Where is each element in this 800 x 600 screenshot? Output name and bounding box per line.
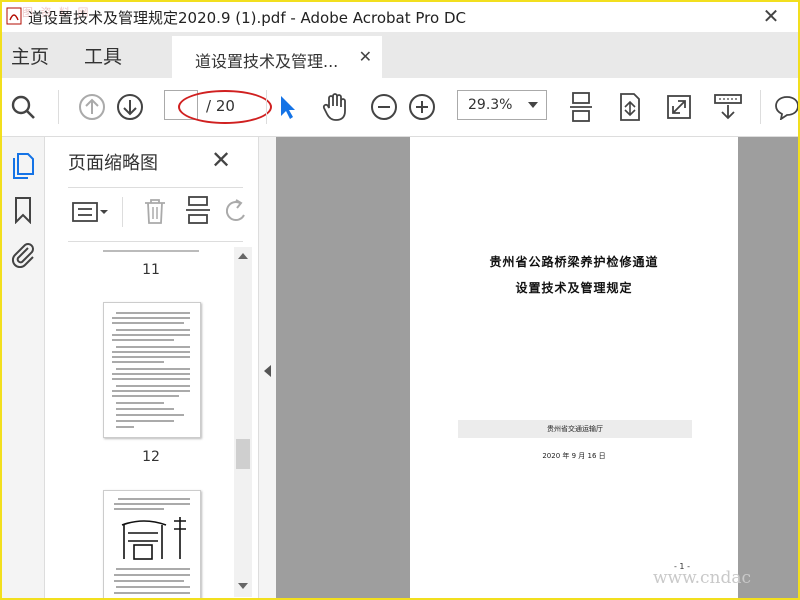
window-title: 道设置技术及管理规定2020.9 (1).pdf - Adobe Acrobat… bbox=[28, 9, 466, 27]
insert-page-button[interactable] bbox=[185, 195, 211, 229]
panel-collapse-bar[interactable] bbox=[258, 137, 277, 598]
insert-page-icon bbox=[186, 196, 210, 224]
scroll-up-arrow-icon[interactable] bbox=[238, 253, 248, 259]
annotation-circle bbox=[178, 90, 272, 124]
thumbnail-page-12[interactable] bbox=[103, 302, 201, 438]
thumbnail-page-number: 11 bbox=[142, 262, 160, 278]
comment-icon bbox=[775, 96, 799, 120]
page-thumbnails-icon bbox=[13, 153, 34, 179]
chevron-down-icon bbox=[528, 102, 538, 108]
read-mode-button[interactable] bbox=[711, 90, 745, 124]
toolbar-divider bbox=[58, 90, 59, 124]
page-thumbnails-button[interactable] bbox=[8, 151, 38, 181]
panel-tool-divider bbox=[122, 197, 123, 227]
search-icon bbox=[11, 95, 35, 119]
bottom-watermark: www.cndac bbox=[653, 568, 752, 588]
thumbnails-panel: 页面缩略图 ✕ 11 12 bbox=[45, 137, 257, 598]
navigation-rail bbox=[2, 137, 45, 598]
collapse-left-arrow-icon[interactable] bbox=[264, 365, 271, 377]
toolbar-divider bbox=[266, 90, 267, 124]
bookmarks-button[interactable] bbox=[8, 195, 38, 225]
title-bar: 图 资 料 网 道设置技术及管理规定2020.9 (1).pdf - Adobe… bbox=[2, 2, 798, 32]
document-page: 贵州省公路桥梁养护检修通道 设置技术及管理规定 贵州省交通运输厅 2020 年 … bbox=[410, 137, 738, 598]
select-cursor-icon bbox=[281, 96, 295, 119]
bookmarks-icon bbox=[15, 197, 31, 224]
document-view[interactable]: 贵州省公路桥梁养护检修通道 设置技术及管理规定 贵州省交通运输厅 2020 年 … bbox=[276, 137, 798, 598]
acrobat-logo-icon bbox=[6, 7, 22, 25]
zoom-select[interactable]: 29.3% bbox=[457, 90, 547, 120]
comment-button[interactable] bbox=[770, 90, 800, 124]
prev-page-icon bbox=[79, 94, 105, 120]
zoom-out-button[interactable] bbox=[367, 90, 401, 124]
next-page-button[interactable] bbox=[113, 90, 147, 124]
tab-bar: 主页 工具 道设置技术及管理... ✕ bbox=[2, 32, 798, 78]
zoom-in-button[interactable] bbox=[405, 90, 439, 124]
thumbnail-page-10-edge bbox=[103, 250, 199, 252]
previous-page-button[interactable] bbox=[75, 90, 109, 124]
attachments-icon bbox=[11, 243, 34, 268]
document-title-line-2: 设置技术及管理规定 bbox=[515, 281, 633, 295]
attachments-button[interactable] bbox=[8, 239, 38, 269]
thumbnail-options-button[interactable] bbox=[71, 199, 111, 229]
hand-tool-icon bbox=[322, 93, 346, 121]
full-screen-icon bbox=[667, 95, 691, 119]
full-screen-button[interactable] bbox=[662, 90, 696, 124]
scroll-mode-icon bbox=[620, 93, 640, 121]
thumbnail-drawing-preview bbox=[114, 498, 190, 594]
document-title-line-1: 贵州省公路桥梁养护检修通道 bbox=[489, 255, 659, 269]
options-menu-icon bbox=[72, 202, 108, 222]
zoom-value: 29.3% bbox=[468, 97, 513, 113]
zoom-out-icon bbox=[371, 94, 397, 120]
tab-document[interactable]: 道设置技术及管理... ✕ bbox=[172, 36, 382, 78]
document-tab-label: 道设置技术及管理... bbox=[195, 52, 339, 71]
select-tool-button[interactable] bbox=[270, 90, 304, 124]
scroll-mode-button[interactable] bbox=[613, 90, 647, 124]
thumbnail-scrollbar[interactable] bbox=[234, 247, 252, 597]
fit-page-icon bbox=[570, 92, 592, 122]
thumbnail-page-13[interactable] bbox=[103, 490, 201, 598]
tab-tools[interactable]: 工具 bbox=[84, 42, 122, 69]
panel-divider bbox=[68, 187, 243, 188]
thumbnail-text-preview bbox=[112, 312, 190, 428]
document-date: 2020 年 9 月 16 日 bbox=[542, 452, 606, 460]
hand-tool-button[interactable] bbox=[318, 90, 352, 124]
delete-page-button[interactable] bbox=[142, 197, 168, 229]
tab-home[interactable]: 主页 bbox=[11, 42, 49, 69]
thumbnail-list: 11 12 bbox=[45, 242, 235, 598]
document-department: 贵州省交通运输厅 bbox=[547, 425, 603, 433]
trash-icon bbox=[145, 199, 165, 224]
read-mode-icon bbox=[714, 94, 742, 120]
department-band: 贵州省交通运输厅 bbox=[458, 420, 692, 438]
thumbnail-page-number: 12 bbox=[142, 449, 160, 465]
toolbar-divider bbox=[760, 90, 761, 124]
next-page-icon bbox=[117, 94, 143, 120]
fit-page-button[interactable] bbox=[564, 90, 598, 124]
panel-title: 页面缩略图 bbox=[68, 153, 158, 174]
panel-toolbar bbox=[68, 193, 248, 233]
document-tab-close-button[interactable]: ✕ bbox=[359, 47, 372, 66]
scroll-down-arrow-icon[interactable] bbox=[238, 583, 248, 589]
search-button[interactable] bbox=[6, 90, 40, 124]
window-close-button[interactable]: ✕ bbox=[760, 5, 782, 27]
scrollbar-thumb[interactable] bbox=[236, 439, 250, 469]
zoom-in-icon bbox=[409, 94, 435, 120]
rotate-page-button[interactable] bbox=[225, 199, 248, 227]
toolbar: / 20 29.3% bbox=[2, 78, 800, 137]
rotate-icon bbox=[225, 199, 245, 222]
panel-close-button[interactable]: ✕ bbox=[211, 148, 231, 172]
